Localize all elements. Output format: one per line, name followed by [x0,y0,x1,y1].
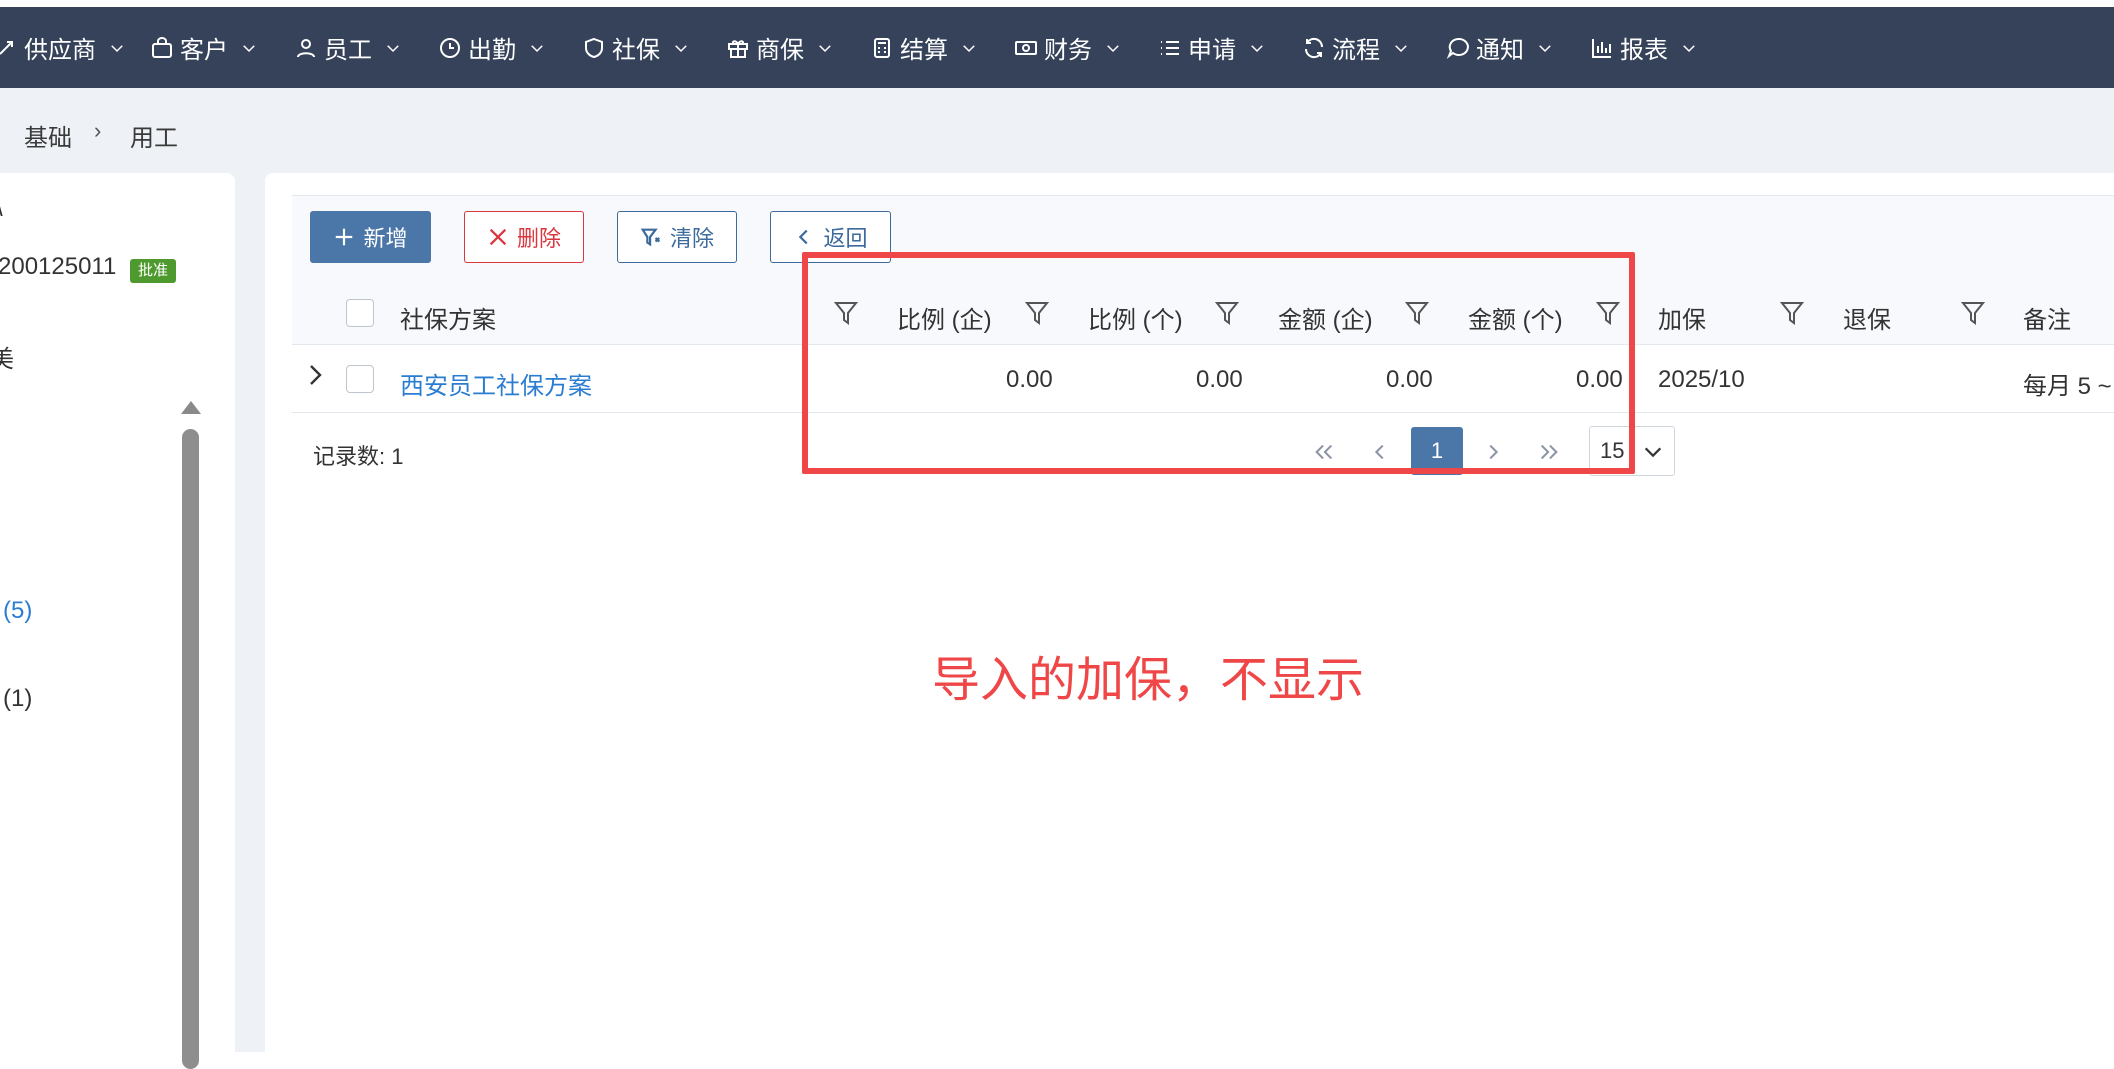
chat-icon [1446,37,1469,59]
chevron-down-icon [819,44,831,52]
chevron-down-icon [1644,447,1662,458]
nav-item-commercial-insurance[interactable]: 商保 [726,7,834,88]
chevron-down-icon [675,44,687,52]
status-badge: 批准 [130,259,177,283]
clock-icon [440,37,460,58]
scrollbar-thumb[interactable] [182,429,199,1069]
calculator-icon [874,37,890,58]
top-navbar: 供应商 客户 员工 出勤 社保 商保 结算 财务 申请 流程 通知 报表 [0,7,2114,88]
list-icon [1161,40,1179,55]
gift-icon [728,39,748,58]
left-panel-count-active[interactable]: (5) [3,597,32,625]
chevron-down-icon [1107,44,1119,52]
chevron-down-icon [531,44,543,52]
chevron-down-icon [1251,44,1263,52]
column-header-add-insurance[interactable]: 加保 [1658,300,1706,335]
filter-clear-icon [640,228,661,247]
chevron-right-icon[interactable] [305,361,327,389]
chevron-down-icon [1683,44,1695,52]
column-header-plan[interactable]: 社保方案 [400,300,496,335]
delete-button[interactable]: 删除 [464,211,584,263]
left-panel-count[interactable]: (1) [3,685,32,713]
bar-chart-icon [1592,38,1611,58]
clear-filter-button[interactable]: 清除 [617,211,737,263]
shield-icon [585,37,603,58]
chevron-down-icon [387,44,399,52]
user-icon [297,38,315,57]
nav-item-social-insurance[interactable]: 社保 [582,7,690,88]
chevron-down-icon [1539,44,1551,52]
record-count: 记录数: 1 [313,444,404,469]
scroll-up-arrow-icon[interactable] [181,401,201,414]
select-all-checkbox[interactable] [346,299,374,327]
nav-item-process[interactable]: 流程 [1302,7,1410,88]
breadcrumb: 基础 › 用工 [0,88,2114,173]
breadcrumb-item-base[interactable]: 基础 [24,118,72,153]
bag-icon [152,36,172,58]
employee-code: 200125011 [0,253,117,280]
left-panel-section-label: 美 [0,346,14,373]
close-icon [489,228,507,246]
cell-note: 每月 5 ~ [2023,373,2112,400]
column-header-remove-insurance[interactable]: 退保 [1843,300,1891,335]
supplier-icon [0,40,13,55]
refresh-icon [1304,37,1324,58]
chevron-down-icon [111,44,123,52]
plus-icon [336,228,353,246]
chevron-down-icon [1395,44,1407,52]
nav-item-report[interactable]: 报表 [1590,7,1698,88]
annotation-text: 导入的加保，不显示 [932,654,1365,707]
column-header-note[interactable]: 备注 [2023,300,2071,335]
money-icon [1015,40,1037,55]
chevron-right-icon: › [94,118,102,143]
left-panel-label: \ [0,195,3,223]
nav-item-notification[interactable]: 通知 [1446,7,1554,88]
chevron-down-icon [963,44,975,52]
annotation-highlight-box [802,252,1635,474]
filter-icon[interactable] [1960,300,1986,326]
chevron-left-icon [799,229,809,245]
row-checkbox[interactable] [346,365,374,393]
nav-item-settlement[interactable]: 结算 [870,7,978,88]
filter-icon[interactable] [1779,300,1805,326]
nav-item-supplier[interactable]: 供应商 [0,7,126,88]
add-button[interactable]: 新增 [310,211,431,263]
breadcrumb-item-employment: 用工 [130,125,178,152]
nav-item-application[interactable]: 申请 [1158,7,1266,88]
chevron-down-icon [243,44,255,52]
nav-item-finance[interactable]: 财务 [1014,7,1122,88]
top-strip [0,0,2114,7]
cell-add-insurance: 2025/10 [1658,366,1745,393]
left-panel: \ 200125011 批准 美 (5) (1) [0,173,235,1069]
plan-link[interactable]: 西安员工社保方案 [400,366,592,401]
nav-item-customer[interactable]: 客户 [150,7,258,88]
nav-item-employee[interactable]: 员工 [294,7,402,88]
nav-item-attendance[interactable]: 出勤 [438,7,546,88]
